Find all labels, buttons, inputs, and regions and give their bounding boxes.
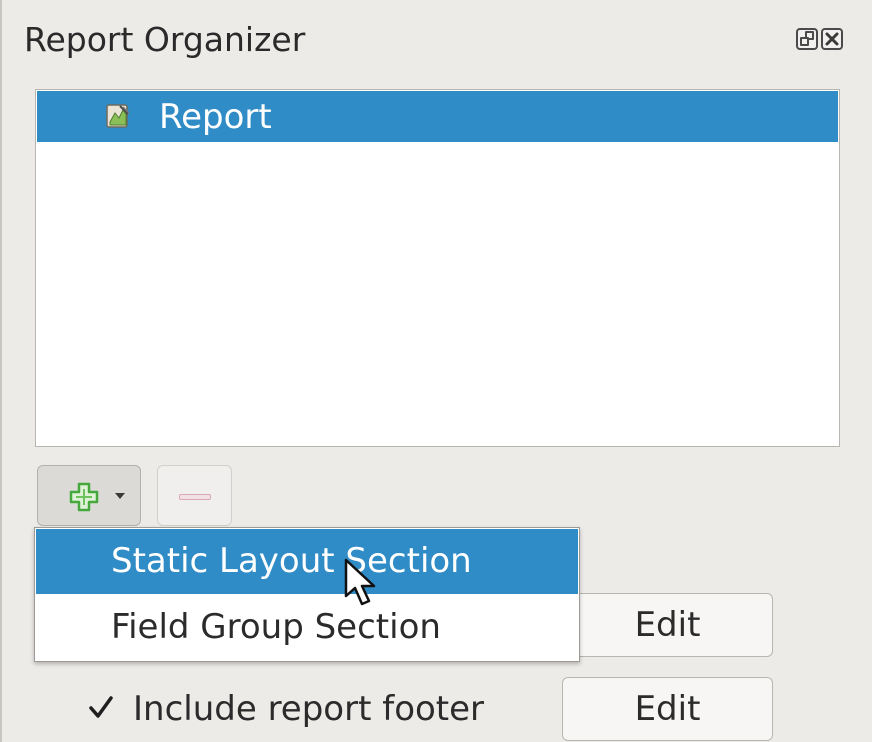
chevron-down-icon <box>115 493 125 499</box>
panel-title: Report Organizer <box>24 20 306 59</box>
close-panel-button[interactable] <box>821 28 843 50</box>
remove-section-button[interactable] <box>157 465 232 526</box>
mouse-cursor-icon <box>344 558 376 606</box>
include-footer-checkbox[interactable] <box>86 693 116 723</box>
add-section-menu: Static Layout Section Field Group Sectio… <box>34 527 580 662</box>
edit-header-button[interactable]: Edit <box>562 593 773 657</box>
include-footer-label[interactable]: Include report footer <box>133 686 484 732</box>
menu-item-static-layout-section[interactable]: Static Layout Section <box>36 529 578 594</box>
menu-item-label: Field Group Section <box>111 607 441 647</box>
tree-item-report[interactable]: Report <box>37 91 838 142</box>
float-panel-button[interactable] <box>796 28 818 50</box>
plus-icon <box>69 482 99 512</box>
dock-left-edge <box>0 0 2 742</box>
report-icon <box>106 104 130 128</box>
minus-icon <box>179 494 211 500</box>
menu-item-field-group-section[interactable]: Field Group Section <box>36 595 578 660</box>
add-section-button[interactable] <box>37 465 141 526</box>
menu-item-label: Static Layout Section <box>111 541 472 581</box>
close-icon <box>825 32 839 46</box>
edit-footer-button[interactable]: Edit <box>562 677 773 741</box>
tree-item-label: Report <box>159 97 272 137</box>
report-section-tree[interactable]: Report <box>35 89 840 447</box>
checkmark-icon <box>89 696 113 718</box>
